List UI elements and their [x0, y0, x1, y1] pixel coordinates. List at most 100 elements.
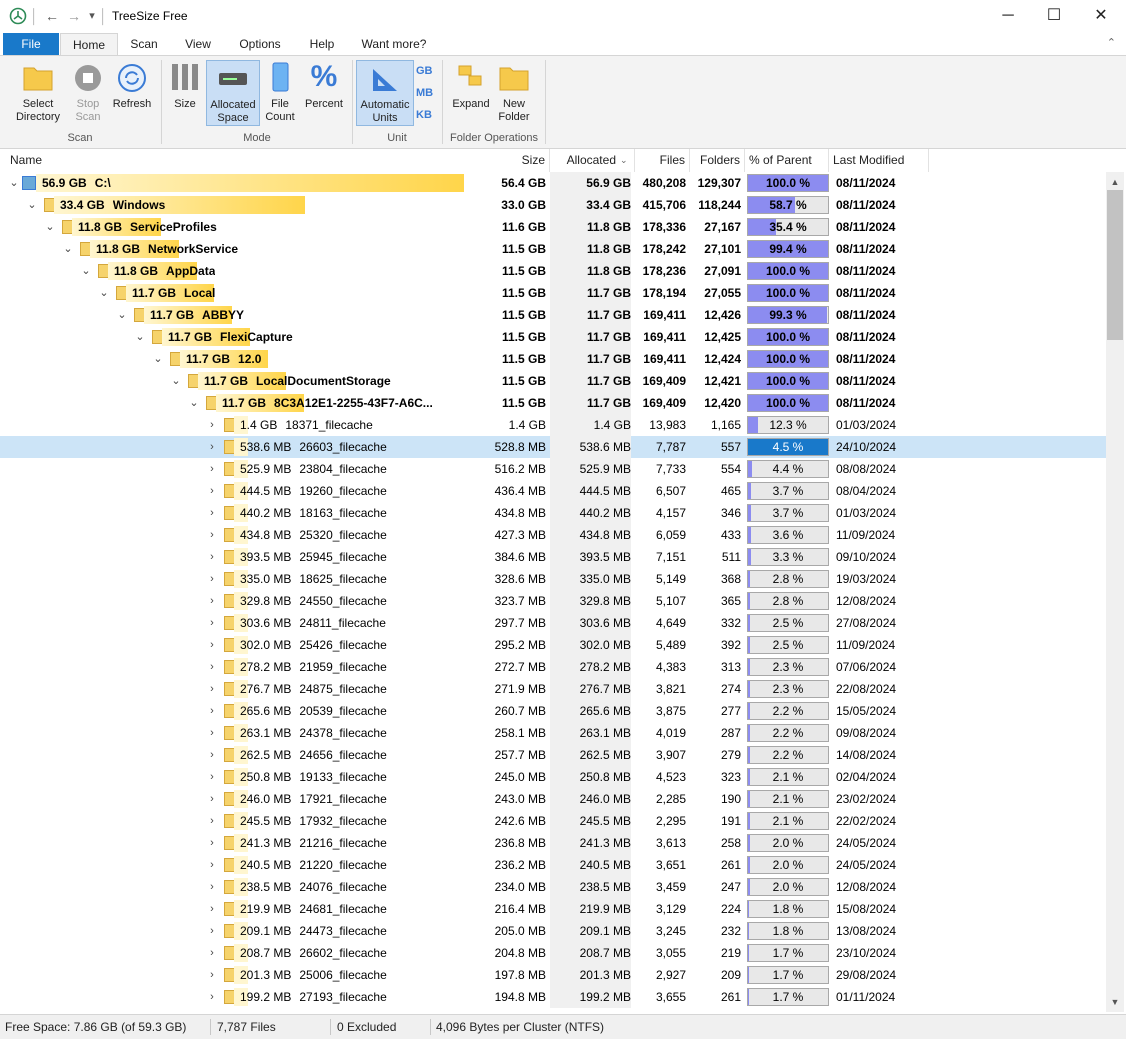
tab-home[interactable]: Home — [60, 33, 118, 56]
folder-name[interactable]: 24550_filecache — [299, 590, 386, 612]
table-row[interactable]: › 525.9 MB 23804_filecache 516.2 MB 525.9 MB… — [0, 458, 1106, 480]
column-last-modified[interactable]: Last Modified — [829, 149, 929, 172]
maximize-button[interactable]: ☐ — [1031, 0, 1077, 32]
new-folder-button[interactable]: New Folder — [496, 60, 532, 124]
folder-name[interactable]: 24681_filecache — [299, 898, 386, 920]
folder-name[interactable]: 21220_filecache — [299, 854, 386, 876]
tab-file[interactable]: File — [3, 33, 59, 55]
table-row[interactable]: › 240.5 MB 21220_filecache 236.2 MB 240.5 MB… — [0, 854, 1106, 876]
tab-help[interactable]: Help — [300, 33, 344, 55]
table-row[interactable]: › 209.1 MB 24473_filecache 205.0 MB 209.1 MB… — [0, 920, 1106, 942]
folder-name[interactable]: 12.0 — [238, 348, 261, 370]
column-files[interactable]: Files — [635, 149, 690, 172]
collapse-chevron-icon[interactable]: ⌄ — [116, 304, 128, 326]
expand-chevron-icon[interactable]: › — [206, 590, 218, 612]
folder-name[interactable]: ServiceProfiles — [130, 216, 217, 238]
expand-chevron-icon[interactable]: › — [206, 876, 218, 898]
folder-name[interactable]: 25945_filecache — [299, 546, 386, 568]
table-row[interactable]: ⌄ 11.7 GB LocalDocumentStorage 11.5 GB 11.7 … — [0, 370, 1106, 392]
expand-chevron-icon[interactable]: › — [206, 810, 218, 832]
table-row[interactable]: ⌄ 11.8 GB NetworkService 11.5 GB 11.8 GB 178,… — [0, 238, 1106, 260]
folder-name[interactable]: 18625_filecache — [299, 568, 386, 590]
expand-chevron-icon[interactable]: › — [206, 986, 218, 1008]
collapse-chevron-icon[interactable]: ⌄ — [62, 238, 74, 260]
folder-name[interactable]: 21216_filecache — [299, 832, 386, 854]
table-row[interactable]: ⌄ 33.4 GB Windows 33.0 GB 33.4 GB 415,706 118,… — [0, 194, 1106, 216]
folder-name[interactable]: 18163_filecache — [299, 502, 386, 524]
expand-button[interactable]: Expand — [448, 60, 494, 111]
table-row[interactable]: › 262.5 MB 24656_filecache 257.7 MB 262.5 MB… — [0, 744, 1106, 766]
tab-scan[interactable]: Scan — [122, 33, 166, 55]
folder-name[interactable]: C:\ — [95, 172, 111, 194]
table-row[interactable]: ⌄ 56.9 GB C:\ 56.4 GB 56.9 GB 480,208 129,307 1… — [0, 172, 1106, 194]
table-row[interactable]: › 434.8 MB 25320_filecache 427.3 MB 434.8 MB… — [0, 524, 1106, 546]
expand-chevron-icon[interactable]: › — [206, 766, 218, 788]
expand-chevron-icon[interactable]: › — [206, 700, 218, 722]
folder-name[interactable]: FlexiCapture — [220, 326, 293, 348]
scroll-up-icon[interactable]: ▲ — [1106, 174, 1124, 190]
expand-chevron-icon[interactable]: › — [206, 788, 218, 810]
expand-chevron-icon[interactable]: › — [206, 480, 218, 502]
unit-gb-button[interactable]: GB — [416, 65, 433, 77]
folder-name[interactable]: 25006_filecache — [299, 964, 386, 986]
folder-name[interactable]: 18371_filecache — [285, 414, 372, 436]
table-row[interactable]: › 335.0 MB 18625_filecache 328.6 MB 335.0 MB… — [0, 568, 1106, 590]
column-size[interactable]: Size — [464, 149, 550, 172]
table-row[interactable]: › 265.6 MB 20539_filecache 260.7 MB 265.6 MB… — [0, 700, 1106, 722]
expand-chevron-icon[interactable]: › — [206, 898, 218, 920]
table-row[interactable]: › 444.5 MB 19260_filecache 436.4 MB 444.5 MB… — [0, 480, 1106, 502]
folder-name[interactable]: ABBYY — [202, 304, 244, 326]
table-row[interactable]: ⌄ 11.8 GB AppData 11.5 GB 11.8 GB 178,236 27,0… — [0, 260, 1106, 282]
minimize-button[interactable]: ─ — [985, 0, 1031, 32]
close-button[interactable]: ✕ — [1078, 0, 1124, 32]
collapse-chevron-icon[interactable]: ⌄ — [152, 348, 164, 370]
collapse-chevron-icon[interactable]: ⌄ — [98, 282, 110, 304]
column-percent-of-parent[interactable]: % of Parent ... — [745, 149, 829, 190]
folder-name[interactable]: 24378_filecache — [299, 722, 386, 744]
folder-name[interactable]: 17921_filecache — [299, 788, 386, 810]
expand-chevron-icon[interactable]: › — [206, 832, 218, 854]
table-row[interactable]: › 302.0 MB 25426_filecache 295.2 MB 302.0 MB… — [0, 634, 1106, 656]
table-row[interactable]: › 238.5 MB 24076_filecache 234.0 MB 238.5 MB… — [0, 876, 1106, 898]
scrollbar-thumb[interactable] — [1107, 190, 1123, 340]
automatic-units-button[interactable]: Automatic Units — [356, 60, 414, 126]
table-row[interactable]: › 199.2 MB 27193_filecache 194.8 MB 199.2 MB… — [0, 986, 1106, 1008]
collapse-chevron-icon[interactable]: ⌄ — [134, 326, 146, 348]
vertical-scrollbar[interactable]: ▲ ▼ — [1106, 172, 1124, 1012]
folder-name[interactable]: 19133_filecache — [299, 766, 386, 788]
table-row[interactable]: ⌄ 11.7 GB ABBYY 11.5 GB 11.7 GB 169,411 12,426… — [0, 304, 1106, 326]
expand-chevron-icon[interactable]: › — [206, 854, 218, 876]
folder-name[interactable]: NetworkService — [148, 238, 238, 260]
table-row[interactable]: › 393.5 MB 25945_filecache 384.6 MB 393.5 MB… — [0, 546, 1106, 568]
expand-chevron-icon[interactable]: › — [206, 436, 218, 458]
folder-name[interactable]: 27193_filecache — [299, 986, 386, 1008]
forward-icon[interactable]: → — [64, 0, 84, 32]
folder-name[interactable]: 8C3A12E1-2255-43F7-A6C... — [274, 392, 433, 414]
table-row[interactable]: › 263.1 MB 24378_filecache 258.1 MB 263.1 MB… — [0, 722, 1106, 744]
expand-chevron-icon[interactable]: › — [206, 964, 218, 986]
back-icon[interactable]: ← — [42, 0, 62, 32]
expand-chevron-icon[interactable]: › — [206, 458, 218, 480]
scroll-down-icon[interactable]: ▼ — [1106, 994, 1124, 1010]
expand-chevron-icon[interactable]: › — [206, 744, 218, 766]
folder-name[interactable]: 25426_filecache — [299, 634, 386, 656]
collapse-chevron-icon[interactable]: ⌄ — [188, 392, 200, 414]
collapse-chevron-icon[interactable]: ⌄ — [80, 260, 92, 282]
column-folders[interactable]: Folders — [690, 149, 745, 172]
folder-name[interactable]: 24076_filecache — [299, 876, 386, 898]
table-row[interactable]: › 276.7 MB 24875_filecache 271.9 MB 276.7 MB… — [0, 678, 1106, 700]
expand-chevron-icon[interactable]: › — [206, 634, 218, 656]
expand-chevron-icon[interactable]: › — [206, 612, 218, 634]
table-row[interactable]: › 440.2 MB 18163_filecache 434.8 MB 440.2 MB… — [0, 502, 1106, 524]
table-row[interactable]: ⌄ 11.7 GB FlexiCapture 11.5 GB 11.7 GB 169,41… — [0, 326, 1106, 348]
folder-name[interactable]: 24656_filecache — [299, 744, 386, 766]
table-row[interactable]: › 241.3 MB 21216_filecache 236.8 MB 241.3 MB… — [0, 832, 1106, 854]
stop-scan-button[interactable]: Stop Scan — [70, 60, 106, 124]
unit-mb-button[interactable]: MB — [416, 87, 433, 99]
table-row[interactable]: › 1.4 GB 18371_filecache 1.4 GB 1.4 GB 13,983… — [0, 414, 1106, 436]
expand-chevron-icon[interactable]: › — [206, 920, 218, 942]
file-count-mode-button[interactable]: File Count — [262, 60, 298, 124]
folder-name[interactable]: 23804_filecache — [299, 458, 386, 480]
unit-kb-button[interactable]: KB — [416, 109, 432, 121]
folder-name[interactable]: 21959_filecache — [299, 656, 386, 678]
